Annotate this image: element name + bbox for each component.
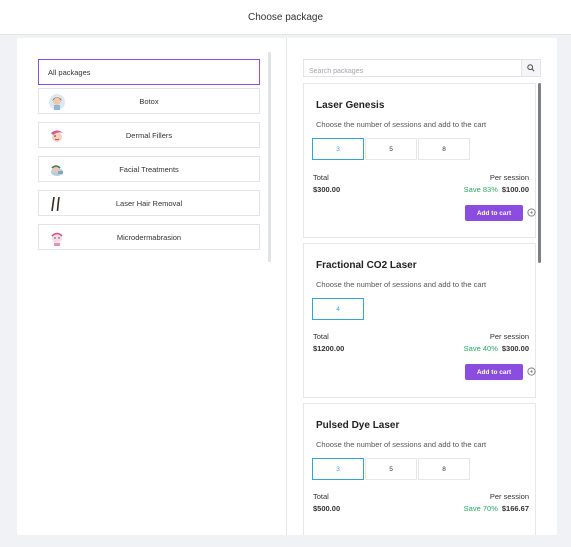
package-title: Laser Genesis	[316, 100, 385, 111]
category-microdermabrasion[interactable]: Microdermabrasion	[38, 224, 260, 250]
lips-icon	[49, 128, 65, 144]
package-card: Pulsed Dye Laser Choose the number of se…	[303, 403, 536, 535]
search-box	[303, 59, 541, 80]
category-label: Microdermabrasion	[116, 232, 182, 242]
page-header: Choose package	[0, 0, 571, 35]
package-title: Pulsed Dye Laser	[316, 420, 400, 431]
per-session-label: Per session	[489, 173, 529, 182]
category-list-scrollbar[interactable]	[268, 52, 271, 262]
search-input[interactable]	[304, 63, 519, 80]
category-facial-treatments[interactable]: Facial Treatments	[38, 156, 260, 182]
total-label: Total	[313, 332, 329, 341]
category-label: Botox	[139, 96, 159, 106]
package-card: Fractional CO2 Laser Choose the number o…	[303, 243, 536, 398]
per-session-price: $166.67	[501, 504, 529, 513]
per-session-price-line: Save 70% $166.67	[464, 504, 529, 513]
total-price: $1200.00	[313, 344, 345, 353]
search-button[interactable]	[521, 60, 540, 76]
total-label: Total	[313, 492, 329, 501]
session-options: 4	[312, 298, 365, 320]
category-laser-hair-removal[interactable]: Laser Hair Removal	[38, 190, 260, 216]
total-label: Total	[313, 173, 329, 182]
package-title: Fractional CO2 Laser	[316, 260, 417, 271]
category-label: Facial Treatments	[119, 164, 179, 174]
total-price: $300.00	[313, 185, 341, 194]
session-option[interactable]: 8	[418, 458, 470, 480]
session-option[interactable]: 3	[312, 458, 364, 480]
category-label: All packages	[48, 67, 91, 77]
session-options: 3 5 8	[312, 458, 471, 480]
package-description: Choose the number of sessions and add to…	[316, 280, 487, 289]
total-price: $500.00	[313, 504, 341, 513]
per-session-label: Per session	[489, 492, 529, 501]
add-to-cart-button[interactable]: Add to cart	[465, 364, 523, 380]
savings-badge: Save 83%	[463, 185, 498, 194]
package-card: Laser Genesis Choose the number of sessi…	[303, 83, 536, 238]
category-label: Dermal Fillers	[125, 130, 173, 140]
per-session-price-line: Save 83% $100.00	[464, 185, 529, 194]
legs-icon	[49, 196, 65, 212]
per-session-price-line: Save 40% $300.00	[464, 344, 529, 353]
package-chooser-panel: All packages Botox Dermal Fillers Facial…	[17, 38, 557, 535]
search-icon	[527, 64, 535, 72]
session-option[interactable]: 5	[365, 458, 417, 480]
savings-badge: Save 40%	[463, 344, 498, 353]
per-session-label: Per session	[489, 332, 529, 341]
face-icon	[49, 94, 65, 110]
info-icon[interactable]	[527, 208, 536, 217]
info-icon[interactable]	[527, 367, 536, 376]
add-to-cart-button[interactable]: Add to cart	[465, 205, 523, 221]
savings-badge: Save 70%	[463, 504, 498, 513]
session-option[interactable]: 8	[418, 138, 470, 160]
session-option[interactable]: 3	[312, 138, 364, 160]
page-title: Choose package	[247, 11, 324, 23]
category-dermal-fillers[interactable]: Dermal Fillers	[38, 122, 260, 148]
package-description: Choose the number of sessions and add to…	[316, 120, 487, 129]
package-description: Choose the number of sessions and add to…	[316, 440, 487, 449]
session-options: 3 5 8	[312, 138, 471, 160]
face-mask-icon	[49, 230, 65, 246]
category-botox[interactable]: Botox	[38, 88, 260, 114]
facial-icon	[49, 162, 65, 178]
session-option[interactable]: 5	[365, 138, 417, 160]
column-divider	[286, 38, 287, 535]
category-label: Laser Hair Removal	[115, 198, 183, 208]
package-list-scrollbar[interactable]	[538, 83, 541, 263]
per-session-price: $300.00	[501, 344, 529, 353]
session-option[interactable]: 4	[312, 298, 364, 320]
per-session-price: $100.00	[501, 185, 529, 194]
category-all-packages[interactable]: All packages	[38, 59, 260, 85]
